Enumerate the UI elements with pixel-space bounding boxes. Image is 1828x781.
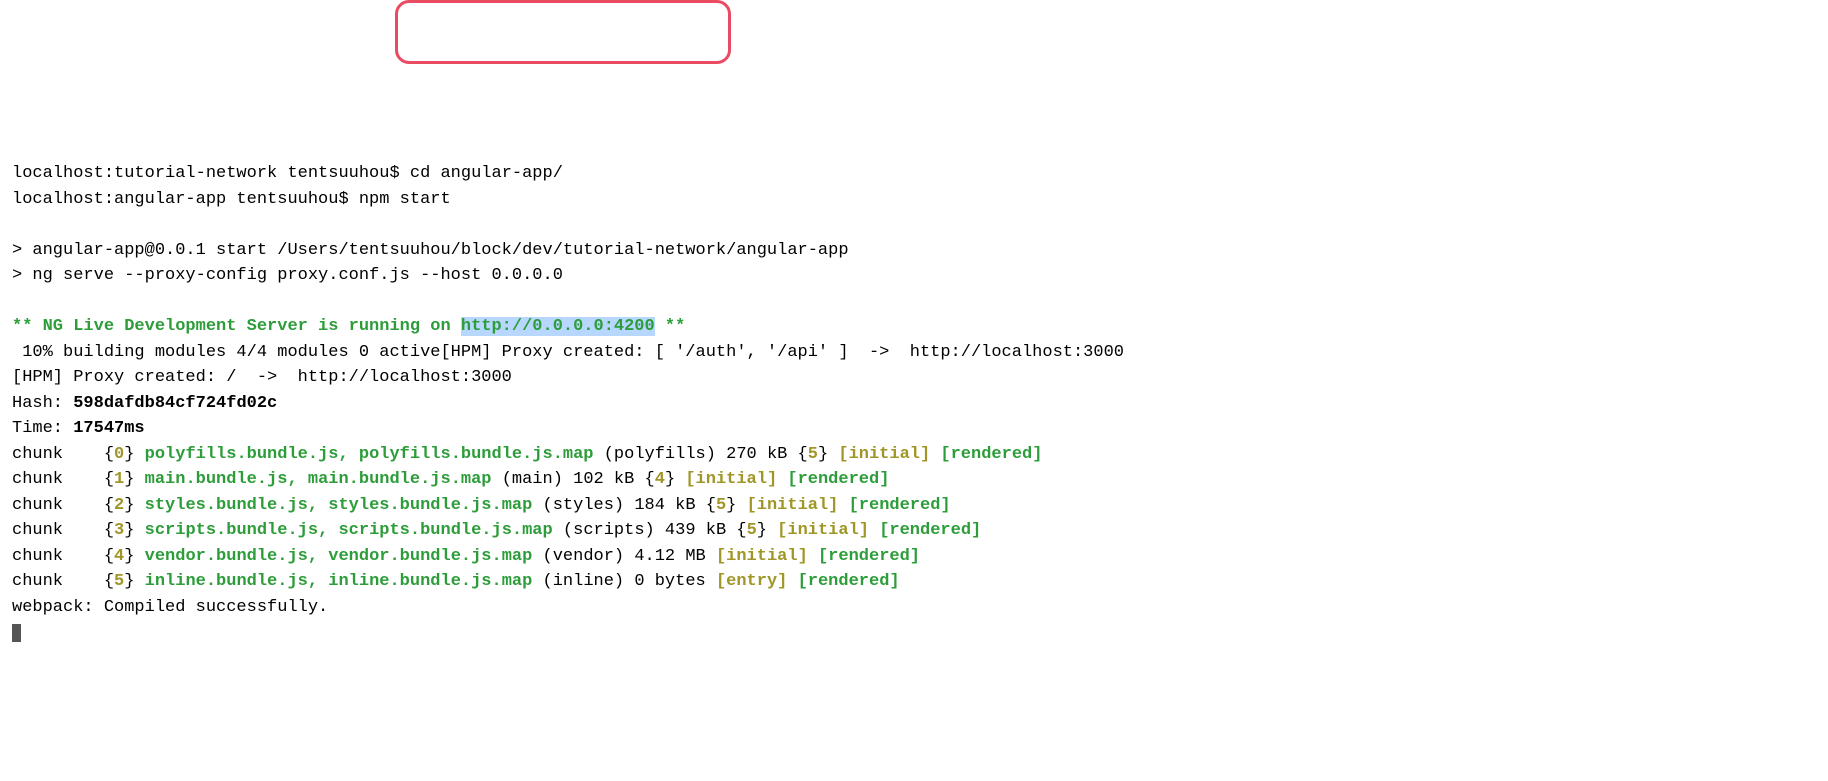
shell-command: npm start xyxy=(359,190,451,209)
terminal-cursor xyxy=(12,624,21,642)
chunk-line: chunk {3} scripts.bundle.js, scripts.bun… xyxy=(12,521,981,540)
hash-value: 598dafdb84cf724fd02c xyxy=(73,394,277,413)
chunk-line: chunk {1} main.bundle.js, main.bundle.js… xyxy=(12,470,889,489)
server-url[interactable]: http://0.0.0.0:4200 xyxy=(461,317,655,336)
server-running-message: ** NG Live Development Server is running… xyxy=(12,317,461,336)
chunk-line: chunk {4} vendor.bundle.js, vendor.bundl… xyxy=(12,547,920,566)
output-line: 10% building modules 4/4 modules 0 activ… xyxy=(12,343,1124,362)
shell-prompt: localhost:tutorial-network tentsuuhou$ xyxy=(12,164,410,183)
server-running-message-end: ** xyxy=(655,317,686,336)
output-line: webpack: Compiled successfully. xyxy=(12,598,328,617)
time-value: 17547ms xyxy=(73,419,144,438)
time-label: Time: xyxy=(12,419,73,438)
shell-prompt: localhost:angular-app tentsuuhou$ xyxy=(12,190,359,209)
output-line: > ng serve --proxy-config proxy.conf.js … xyxy=(12,266,563,285)
terminal-output[interactable]: localhost:tutorial-network tentsuuhou$ c… xyxy=(12,161,1816,646)
annotation-highlight-box xyxy=(395,0,731,64)
output-line: > angular-app@0.0.1 start /Users/tentsuu… xyxy=(12,241,849,260)
hash-label: Hash: xyxy=(12,394,73,413)
chunk-line: chunk {5} inline.bundle.js, inline.bundl… xyxy=(12,572,900,591)
chunk-line: chunk {0} polyfills.bundle.js, polyfills… xyxy=(12,445,1042,464)
output-line: [HPM] Proxy created: / -> http://localho… xyxy=(12,368,512,387)
shell-command: cd angular-app/ xyxy=(410,164,563,183)
chunk-line: chunk {2} styles.bundle.js, styles.bundl… xyxy=(12,496,951,515)
